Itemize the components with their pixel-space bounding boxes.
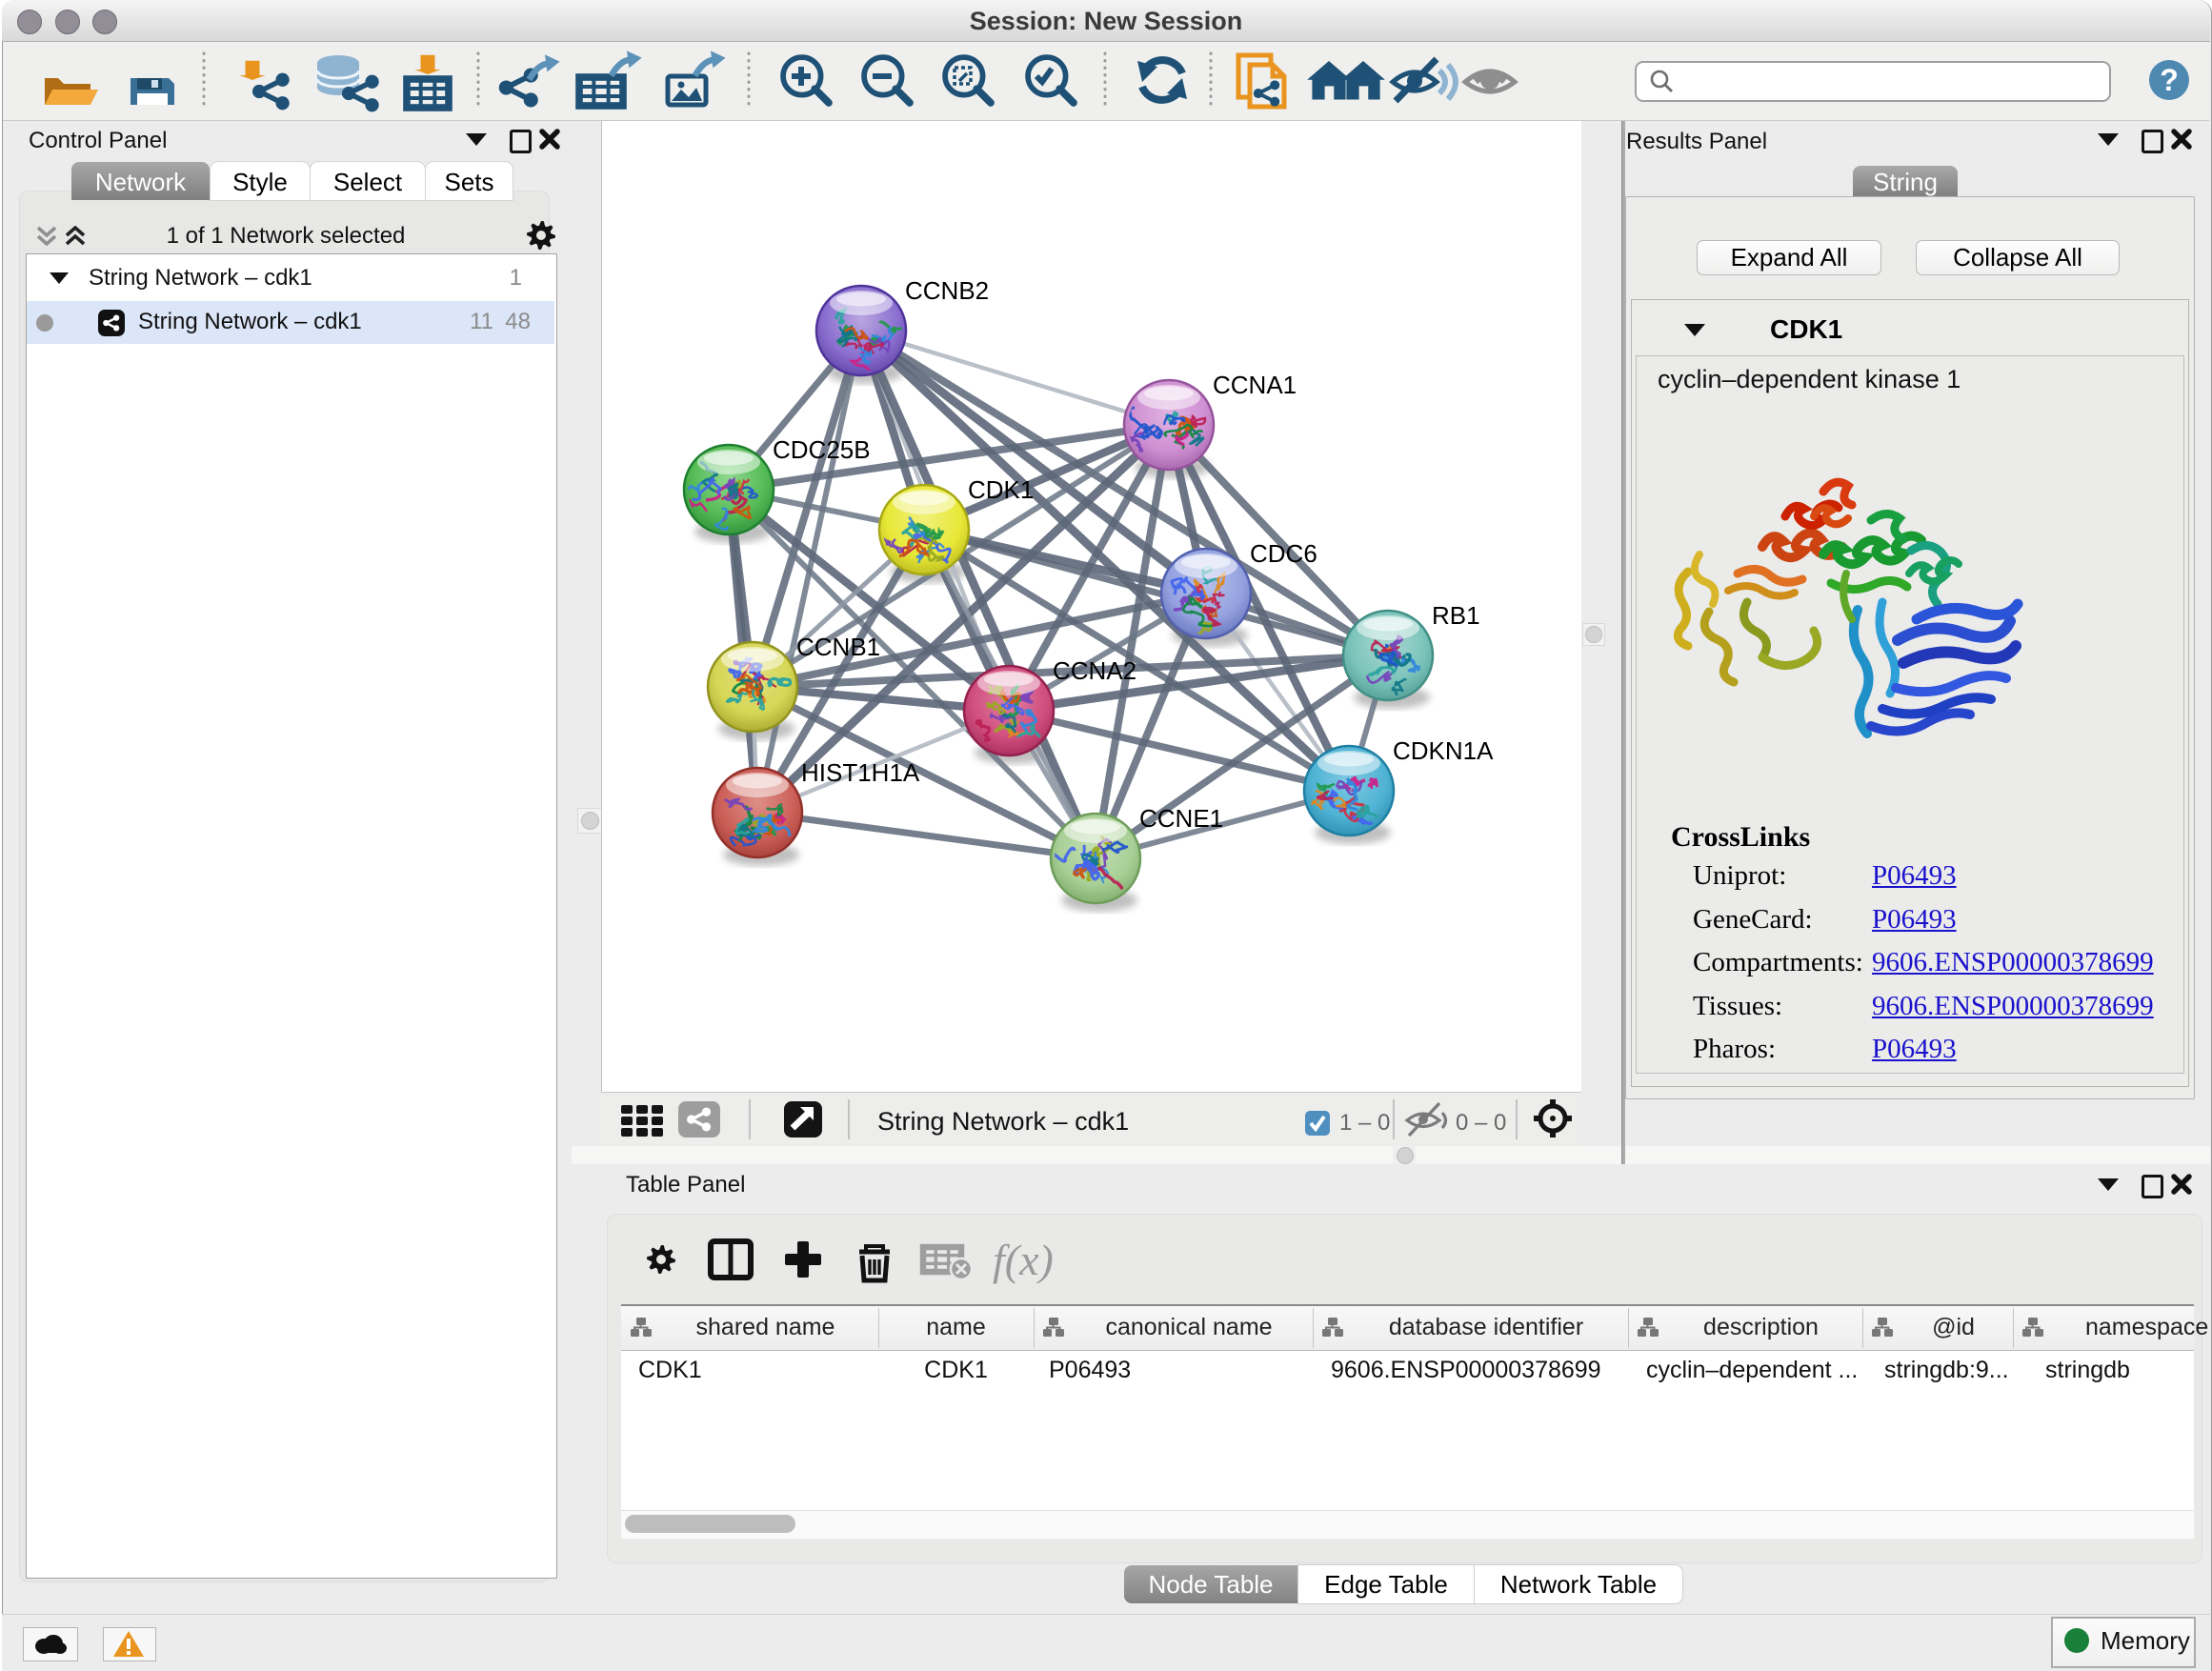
svg-text:CCNB1: CCNB1 [796,633,880,661]
svg-text:f(x): f(x) [993,1236,1054,1284]
svg-text:1 – 0: 1 – 0 [1339,1110,1390,1136]
svg-text:CCNA1: CCNA1 [1213,371,1297,399]
svg-text:CCNE1: CCNE1 [1139,804,1223,833]
svg-text:0 – 0: 0 – 0 [1456,1110,1506,1136]
svg-text:CCNA2: CCNA2 [1053,656,1136,685]
svg-text:HIST1H1A: HIST1H1A [801,758,920,787]
svg-text:CDK1: CDK1 [968,475,1034,504]
svg-text:CCNB2: CCNB2 [905,276,989,305]
svg-text:CDC6: CDC6 [1250,539,1317,568]
svg-text:CDC25B: CDC25B [773,435,871,464]
svg-text:RB1: RB1 [1432,601,1480,630]
svg-text:String Network – cdk1: String Network – cdk1 [877,1107,1129,1136]
svg-text:CDKN1A: CDKN1A [1393,736,1494,765]
